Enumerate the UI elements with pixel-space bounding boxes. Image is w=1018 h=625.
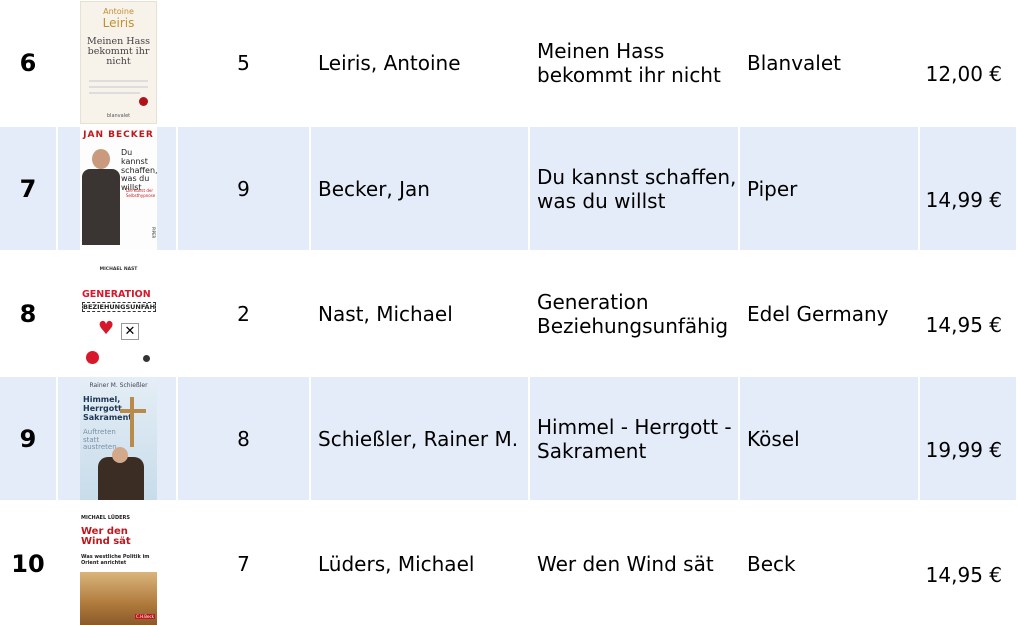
book-title: Generation Beziehungsunfähig: [537, 289, 729, 338]
price: 12,00 €: [925, 62, 1002, 86]
cover-imprint: blanvalet: [106, 113, 131, 119]
cover-imprint: C.H.Beck: [135, 614, 155, 619]
previous-rank: 9: [178, 127, 309, 250]
cover-imprint: PIPER: [151, 227, 156, 239]
crucifix-beam: [120, 409, 146, 413]
previous-rank: 5: [237, 50, 250, 75]
author-portrait: [82, 149, 120, 245]
cover-title: Wer den Wind sät: [81, 526, 131, 547]
cover-author: Rainer M. Schießler: [89, 382, 148, 389]
crucifix-icon: [130, 397, 134, 447]
book-title: Du kannst schaffen, was du willst: [530, 127, 738, 250]
ladybug-icon: [139, 97, 148, 106]
cover-text-line: [89, 80, 148, 82]
rank: 8: [19, 299, 37, 328]
price: 14,95 €: [925, 563, 1002, 587]
bestseller-list: 6 Antoine Leiris Meinen Hass bekommt ihr…: [0, 0, 1018, 625]
cover-subtitle: Auftreten statt austreten: [83, 428, 117, 452]
book-cover-du-kannst-schaffen[interactable]: JAN BECKER Du kannst schaffen, was du wi…: [80, 127, 157, 250]
rank: 9: [0, 377, 56, 500]
rank: 7: [0, 127, 56, 250]
author: Lüders, Michael: [318, 551, 475, 576]
previous-rank: 8: [178, 377, 309, 500]
heart-icon: ♥: [98, 318, 115, 339]
rank: 10: [11, 549, 45, 578]
cover-subtitle: Was westliche Politik im Orient anrichte…: [81, 554, 150, 566]
list-row-9: 9 Rainer M. Schießler Himmel, Herrgott, …: [0, 377, 1018, 500]
cover-title-line1: GENERATION: [82, 289, 151, 300]
rank: 6: [19, 48, 37, 77]
cover-title: Du kannst schaffen, was du willst: [121, 148, 157, 193]
book-cover-himmel-herrgott[interactable]: Rainer M. Schießler Himmel, Herrgott, Sa…: [80, 377, 157, 500]
cross-box-icon: ✕: [121, 323, 139, 340]
book-title: Wer den Wind sät: [537, 551, 714, 576]
book-title: Meinen Hass bekommt ihr nicht: [537, 38, 721, 87]
author-photo: [98, 457, 144, 500]
book-cover-meinen-hass[interactable]: Antoine Leiris Meinen Hass bekommt ihr n…: [80, 1, 157, 124]
author-face: [112, 447, 128, 463]
list-row-6: 6 Antoine Leiris Meinen Hass bekommt ihr…: [0, 1, 1018, 124]
price: 19,99 €: [920, 377, 1016, 500]
cover-subtitle: Die Kunst der Selbsthypnose: [126, 188, 156, 198]
author: Becker, Jan: [311, 127, 528, 250]
list-row-7: 7 JAN BECKER Du kannst schaffen, was du …: [0, 127, 1018, 250]
cover-text-line: [89, 86, 148, 88]
publisher: Beck: [747, 551, 796, 576]
publisher: Piper: [740, 127, 918, 250]
author: Schießler, Rainer M.: [311, 377, 528, 500]
cover-author: MICHAEL NAST: [99, 267, 138, 272]
price: 14,95 €: [925, 313, 1002, 337]
cover-text-line: [89, 92, 140, 94]
badge-icon: [86, 351, 99, 364]
price: 14,99 €: [920, 127, 1016, 250]
list-row-8: 8 MICHAEL NAST GENERATION BEZIEHUNGSUNFÄ…: [0, 252, 1018, 375]
publisher-logo-icon: [143, 355, 150, 362]
publisher: Edel Germany: [747, 301, 889, 326]
cover-title-line2: BEZIEHUNGSUNFÄHIG: [82, 302, 156, 312]
book-cover-generation[interactable]: MICHAEL NAST GENERATION BEZIEHUNGSUNFÄHI…: [80, 252, 157, 375]
book-cover-wer-den-wind[interactable]: MICHAEL LÜDERS Wer den Wind sät Was west…: [80, 502, 157, 625]
cover-author: MICHAEL LÜDERS: [81, 515, 130, 521]
publisher: Blanvalet: [747, 50, 842, 75]
list-row-10: 10 MICHAEL LÜDERS Wer den Wind sät Was w…: [0, 502, 1018, 625]
previous-rank: 7: [237, 551, 250, 576]
author: Leiris, Antoine: [318, 50, 461, 75]
previous-rank: 2: [237, 301, 250, 326]
publisher: Kösel: [740, 377, 918, 500]
book-title: Himmel - Herrgott - Sakrament: [530, 377, 738, 500]
cover-author: JAN BECKER: [83, 130, 154, 140]
cover-author-last: Leiris: [102, 16, 135, 30]
cover-title: Meinen Hass bekommt ihr nicht: [87, 36, 150, 67]
author: Nast, Michael: [318, 301, 453, 326]
